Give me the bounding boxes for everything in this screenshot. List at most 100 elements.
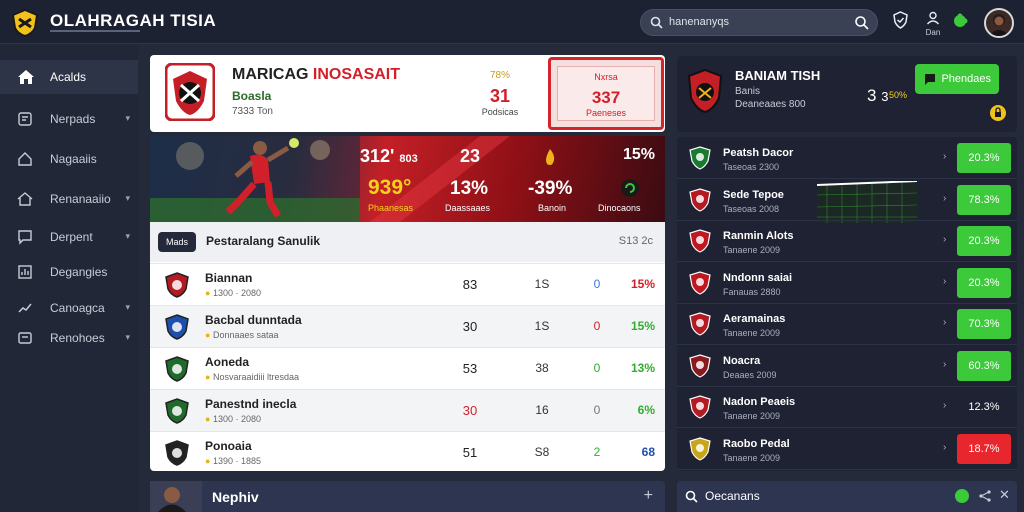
search-input[interactable]: hanenanyqs [640,9,878,36]
sidebar-item-nerpads[interactable]: Nerpads ▾ [0,102,138,136]
chat-icon [18,230,32,245]
sidebar-item-label: Renanaaiio [50,192,111,206]
table-row[interactable]: Ponoaia ● 1390 · 1885 51 S8 2 68 [150,431,665,471]
odds-box-value: 337 [591,88,621,107]
banner-stat-5: 13% [450,178,489,199]
featured-match-card[interactable]: BANIAM TISH Banis Deaneaaes 800 3 3 50% … [677,56,1017,132]
sidebar: Acalds Nerpads ▾ Nagaaiis Renanaaiio ▾ D… [0,45,138,512]
team-crest-icon [689,353,711,378]
odds-list-item[interactable]: Peatsh Dacor Taseoas 2300 › 20.3% [677,137,1017,179]
chevron-right-icon: › [943,317,947,328]
sidebar-item-label: Nerpads [50,112,96,126]
odds-list-item[interactable]: Nadon Peaeis Tanaene 2009 › 12.3% [677,386,1017,428]
sidebar-item-renanaaiio[interactable]: Renanaaiio ▾ [0,182,138,216]
shield-logo-icon[interactable] [10,8,40,38]
add-icon[interactable]: + [644,487,653,505]
avatar[interactable] [984,8,1014,38]
table-row[interactable]: Aoneda ● Nosvaraaidiii ltresdaa 53 38 0 13% [150,347,665,389]
sidebar-item-home[interactable]: Acalds [0,60,138,94]
team-name: Raobo Pedal [723,437,790,450]
banner-stat-2: 23 [460,146,481,166]
match-team: Boasla [232,89,272,103]
table-row[interactable]: Panestnd inecla ● 1300 · 2080 30 16 0 6% [150,389,665,431]
team-name: Nndonn saiai [723,271,793,284]
odds-button[interactable]: 18.7% [957,433,1011,464]
stat-col-3: 0 [593,361,601,375]
sidebar-item-degangies[interactable]: Degangies [0,255,138,289]
sidebar-item-derpent[interactable]: Derpent ▾ [0,220,138,254]
refresh-icon[interactable] [620,178,640,198]
team-name: Ponoaia [205,439,252,453]
odds-list-item[interactable]: Nndonn saiai Fanauas 2880 › 20.3% [677,262,1017,304]
hero-banner[interactable]: 312' 803 23 15% 939° Phaanesas 13% Daass… [150,136,665,222]
odds-list-item[interactable]: Aeramainas Tanaene 2009 › 70.3% [677,303,1017,345]
search-submit-icon[interactable] [854,15,869,30]
match-percent: 78% [489,70,510,81]
user-label: Dan [925,28,941,37]
sidebar-item-canoagca[interactable]: Canoagca ▾ [0,291,138,325]
sidebar-item-renohoes[interactable]: Renohoes ▾ [0,321,138,355]
odds-button[interactable]: 78.3% [957,184,1011,215]
stat-col-1: 83 [462,277,478,292]
team-meta: ● 1390 · 1885 [205,456,261,466]
odds-list-item[interactable]: Raobo Pedal Tanaene 2009 › 18.7% [677,428,1017,470]
odds-button[interactable]: 20.3% [957,267,1011,298]
bottom-panel[interactable]: Oecanans ✕ [677,481,1017,512]
standings-table: Mads Pestaralang Sanulik S13 2c Biannan ●… [150,222,665,471]
odds-button[interactable]: 60.3% [957,350,1011,381]
stat-col-2: 16 [535,403,549,417]
team-crest-icon [689,270,711,295]
team-meta: ● Nosvaraaidiii ltresdaa [205,372,299,382]
stat-col-4: 13% [630,361,655,375]
team-name: Aoneda [205,355,250,369]
team-name: Biannan [205,271,253,285]
close-icon[interactable]: ✕ [999,487,1010,503]
stat-col-1: 51 [462,445,478,460]
chevron-right-icon: › [943,358,947,370]
odds-button[interactable]: 20.3% [957,143,1011,173]
stats-icon [18,265,32,279]
odds-list-item[interactable]: Sede Tepoe Taseoas 2008 › 78.3% [677,179,1017,221]
odds-button[interactable]: 12.3% [957,392,1011,422]
search-value: hanenanyqs [669,16,729,28]
featured-sub2: Deaneaaes 800 [735,99,806,110]
highlight-odds-box[interactable]: Nxrsa 337 Paeneses [548,57,664,130]
odds-list-item[interactable]: Noacra Deaaes 2009 › 60.3% [677,345,1017,387]
team-meta: Tanaene 2009 [723,411,781,421]
chevron-right-icon: › [943,192,947,204]
team-name: Sede Tepoe [723,188,784,201]
home-icon [18,70,34,84]
phendaes-button[interactable]: Phendaes [915,64,999,94]
team-meta: Tanaene 2009 [723,452,781,463]
trend-icon [18,303,32,313]
odds-list-item[interactable]: Ranmin Alots Tanaene 2009 › 20.3% [677,220,1017,262]
lock-icon[interactable] [989,104,1007,122]
share-icon[interactable] [979,490,991,502]
odds-button[interactable]: 20.3% [957,226,1011,256]
team-meta: ● 1300 · 2080 [205,288,261,298]
odds-button[interactable]: 70.3% [957,309,1011,339]
table-row[interactable]: Biannan ● 1300 · 2080 83 1S 0 15% [150,263,665,305]
ticket-icon [18,112,32,126]
user-icon [926,11,940,25]
stat-col-1: 53 [462,361,478,376]
sidebar-item-label: Degangies [50,265,108,279]
search-icon [650,16,663,29]
puzzle-icon[interactable] [952,13,968,29]
player-image [225,138,299,218]
puzzle-icon[interactable] [953,487,971,505]
stat-col-2: 38 [535,361,549,375]
match-value-label: Podsicas [481,107,519,117]
phendaes-button-label: Phendaes [941,73,991,85]
shield-check-icon[interactable] [892,11,909,29]
banner-stat-5-label: Daassaaes [445,203,491,213]
sidebar-item-nagaaiis[interactable]: Nagaaiis [0,142,138,176]
user-menu[interactable]: Dan [922,11,944,37]
team-crest-icon [165,272,189,298]
search-icon [685,490,698,503]
odds-box-sub: Paeneses [585,108,627,118]
news-bar[interactable]: Nephiv + [150,481,665,512]
chevron-right-icon: › [943,275,947,287]
table-row[interactable]: Bacbal dunntada ● Donnaaes sataa 30 1S 0 15% [150,305,665,347]
table-tag[interactable]: Mads [158,232,196,252]
